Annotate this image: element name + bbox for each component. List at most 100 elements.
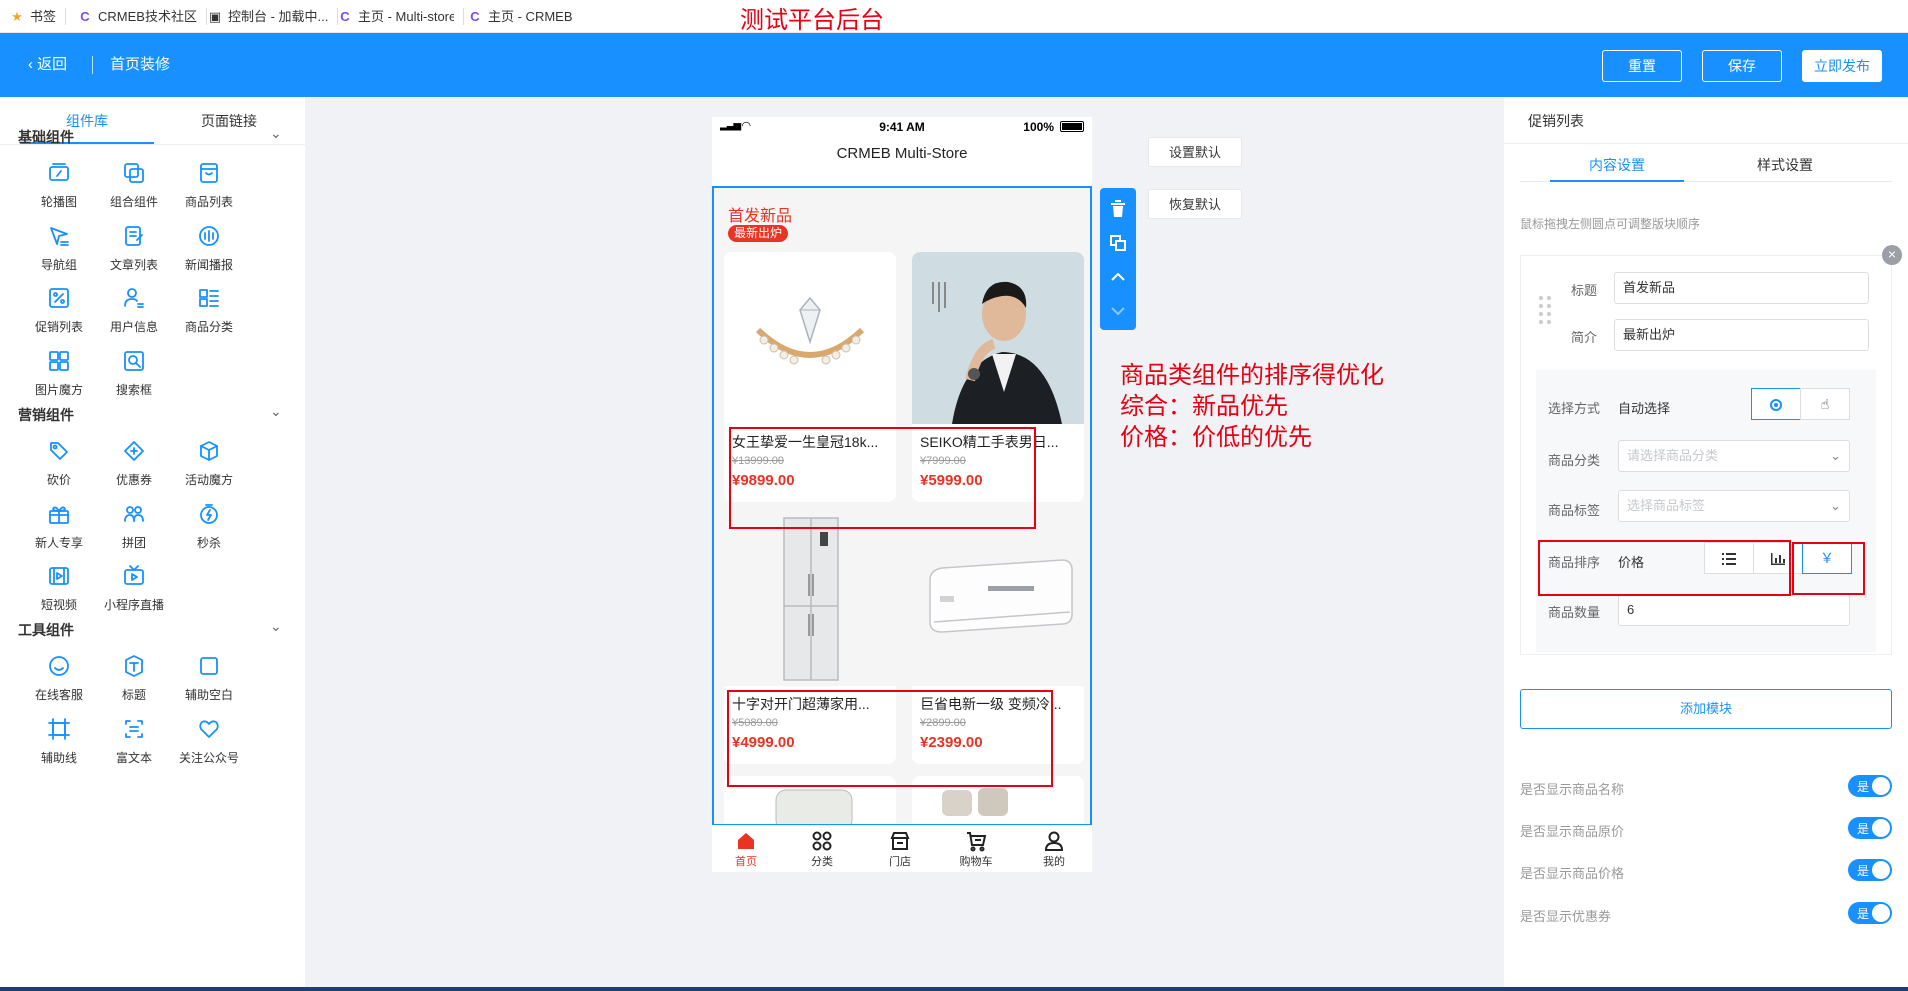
- bookmark-item[interactable]: C 主页 - CRMEB: [468, 0, 572, 33]
- annotation-box: [729, 427, 1036, 529]
- chevron-down-icon[interactable]: ⌄: [270, 618, 282, 635]
- component-item[interactable]: 商品列表: [164, 161, 254, 221]
- bookmark-label: 书签: [30, 9, 57, 24]
- store-title: CRMEB Multi-Store: [836, 145, 968, 162]
- chevron-down-icon: ⌄: [1830, 448, 1841, 463]
- crmeb-logo-icon: C: [340, 9, 350, 24]
- product-image-ring: [724, 252, 896, 424]
- chevron-down-icon[interactable]: ⌄: [270, 403, 282, 420]
- user-info-icon: [124, 288, 144, 308]
- move-up-button[interactable]: [1100, 262, 1136, 292]
- toggle-label: 是否显示商品价格: [1520, 866, 1625, 881]
- flash-sale-icon: [200, 503, 218, 524]
- component-library-panel: 组件库 页面链接 基础组件 ⌄ 轮播图 组合组件 商品列表 导航组 文章列表 新闻播报 促销列表…: [0, 97, 305, 991]
- image-cube-icon: [49, 350, 69, 371]
- title-label: 标题: [1571, 283, 1598, 298]
- drag-dots-icon: [1539, 296, 1551, 324]
- copy-icon: [1110, 235, 1126, 251]
- count-input[interactable]: 6: [1618, 594, 1850, 626]
- close-icon[interactable]: ×: [1882, 245, 1902, 265]
- add-module-button[interactable]: 添加模块: [1520, 689, 1892, 729]
- component-label: 商品列表: [184, 195, 233, 209]
- toggle-label: 是否显示优惠券: [1520, 909, 1612, 924]
- tab-content-settings[interactable]: 内容设置: [1550, 149, 1684, 181]
- restore-default-button[interactable]: 恢复默认: [1148, 189, 1242, 219]
- battery-icon: [1060, 121, 1084, 132]
- panel-title: 促销列表: [1528, 113, 1584, 129]
- component-label: 搜索框: [115, 382, 152, 397]
- annotation-line: 价格：价低的优先: [1120, 424, 1312, 451]
- copy-button[interactable]: [1100, 228, 1136, 258]
- component-item[interactable]: 商品分类: [164, 286, 254, 346]
- component-label: 小程序直播: [103, 598, 164, 612]
- video-icon: [49, 567, 69, 585]
- title-input[interactable]: 首发新品: [1614, 272, 1869, 304]
- bookmark-item[interactable]: C 主页 - Multi-store: [338, 0, 464, 33]
- divider: [463, 8, 464, 25]
- manual-select-option[interactable]: ☝: [1800, 388, 1850, 420]
- toggle-switch[interactable]: 是: [1848, 902, 1892, 924]
- delete-button[interactable]: [1100, 194, 1136, 224]
- annotation-line: 综合：新品优先: [1120, 393, 1288, 420]
- auto-select-option[interactable]: [1751, 388, 1801, 420]
- divider: [92, 56, 93, 74]
- product-image-air-conditioner: [912, 514, 1084, 686]
- tabbar-item-store[interactable]: 门店: [870, 830, 930, 869]
- bargain-icon: [50, 442, 68, 460]
- tag-select[interactable]: 选择商品标签 ⌄: [1618, 490, 1850, 522]
- category-select[interactable]: 请选择商品分类 ⌄: [1618, 440, 1850, 472]
- back-label: 返回: [37, 56, 68, 73]
- component-label: 商品分类: [184, 320, 233, 334]
- bookmark-item[interactable]: ★ 书签: [10, 0, 67, 33]
- annotation-box: [1792, 542, 1865, 595]
- group-buy-icon: [124, 505, 144, 522]
- toggle-knob: [1872, 904, 1890, 922]
- annotation-line: 商品类组件的排序得优化: [1120, 362, 1384, 389]
- component-item[interactable]: 新闻播报: [164, 224, 254, 284]
- follow-heart-icon: [199, 719, 219, 738]
- category-label: 商品分类: [1548, 453, 1601, 468]
- bookmark-item[interactable]: C CRMEB技术社区: [78, 0, 207, 33]
- toggle-switch[interactable]: 是: [1848, 775, 1892, 797]
- tabbar-label: 首页: [735, 856, 757, 868]
- component-item[interactable]: 小程序直播: [89, 564, 179, 624]
- rich-text-icon: [125, 719, 143, 738]
- set-default-button[interactable]: 设置默认: [1148, 137, 1242, 167]
- live-stream-icon: [124, 565, 144, 585]
- component-item[interactable]: 搜索框: [89, 349, 179, 409]
- navigation-icon: [50, 226, 69, 246]
- product-image-fridge: [724, 514, 896, 686]
- cart-icon: [967, 832, 987, 852]
- tabbar-item-mine[interactable]: 我的: [1024, 830, 1084, 869]
- component-item[interactable]: 辅助空白: [164, 654, 254, 714]
- product-category-icon: [199, 289, 219, 307]
- component-item[interactable]: 关注公众号: [164, 717, 254, 777]
- tabbar-item-cart[interactable]: 购物车: [946, 830, 1006, 869]
- toggle-switch[interactable]: 是: [1848, 817, 1892, 839]
- product-list-icon: [200, 163, 218, 183]
- coupon-icon: [124, 441, 144, 461]
- toggle-switch[interactable]: 是: [1848, 859, 1892, 881]
- component-item[interactable]: 活动魔方: [164, 439, 254, 499]
- tabbar-item-category[interactable]: 分类: [792, 830, 852, 869]
- status-bar: ▂▃▅ ◠ 9:41 AM 100%: [712, 117, 1092, 137]
- toggle-knob: [1872, 819, 1890, 837]
- tag-placeholder: 选择商品标签: [1627, 498, 1706, 513]
- chevron-left-icon: ‹: [28, 56, 33, 73]
- move-down-button[interactable]: [1100, 296, 1136, 326]
- save-button[interactable]: 保存: [1702, 50, 1782, 82]
- tab-style-settings[interactable]: 样式设置: [1718, 149, 1852, 181]
- publish-button[interactable]: 立即发布: [1802, 50, 1882, 82]
- component-item[interactable]: 秒杀: [164, 502, 254, 562]
- chevron-down-icon[interactable]: ⌄: [270, 125, 282, 142]
- annotation-box: [727, 690, 1053, 787]
- bookmark-item[interactable]: ▣ 控制台 - 加载中...: [208, 0, 339, 33]
- annotation-note: 商品类组件的排序得优化 综合：新品优先 价格：价低的优先: [1120, 360, 1384, 453]
- toggle-row: 是否显示商品名称 是: [1520, 775, 1892, 799]
- toggle-state: 是: [1857, 864, 1870, 878]
- intro-input[interactable]: 最新出炉: [1614, 319, 1869, 351]
- reset-button[interactable]: 重置: [1602, 50, 1682, 82]
- back-button[interactable]: ‹ 返回: [28, 55, 67, 75]
- drag-handle[interactable]: [1537, 294, 1555, 330]
- tabbar-item-home[interactable]: 首页: [716, 830, 776, 869]
